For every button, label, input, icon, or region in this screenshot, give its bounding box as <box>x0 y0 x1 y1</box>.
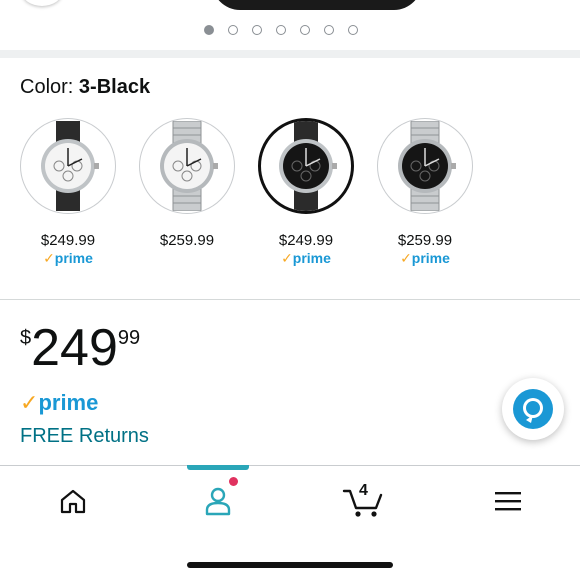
nav-menu[interactable] <box>478 466 538 536</box>
carousel-dot[interactable] <box>300 25 310 35</box>
menu-icon <box>495 492 521 511</box>
carousel-dot[interactable] <box>348 25 358 35</box>
nav-account[interactable] <box>188 466 248 536</box>
home-icon <box>60 489 86 514</box>
swatch-price: $259.99 <box>397 232 453 249</box>
watch-image <box>258 118 354 214</box>
alexa-button[interactable] <box>502 378 564 440</box>
nav-cart[interactable] <box>333 466 393 536</box>
home-indicator[interactable] <box>187 562 393 568</box>
color-swatch-black-leather[interactable]: $249.99 ✓prime <box>258 118 377 267</box>
watch-image <box>20 118 116 214</box>
alexa-icon <box>513 389 553 429</box>
swatch-price: $259.99 <box>159 232 215 249</box>
prime-badge: ✓prime <box>400 250 450 266</box>
carousel-dots <box>204 25 358 35</box>
share-button[interactable] <box>22 0 62 6</box>
price-fraction: 99 <box>117 327 141 349</box>
prime-badge: ✓prime <box>281 250 331 266</box>
prime-logo: ✓prime <box>20 390 99 415</box>
bottom-nav: 4 <box>0 465 580 580</box>
watch-white-steel-icon <box>160 121 218 211</box>
watch-black-leather-icon <box>279 121 337 211</box>
notification-badge <box>229 477 238 486</box>
prime-check-icon: ✓ <box>20 390 39 415</box>
cart-count: 4 <box>359 482 368 499</box>
watch-image <box>139 118 235 214</box>
carousel-dot[interactable] <box>324 25 334 35</box>
color-swatches: $249.99 ✓prime $259.99 $249.99 ✓prime $2… <box>20 118 500 267</box>
product-image-peek <box>212 0 422 10</box>
watch-white-leather-icon <box>41 121 99 211</box>
image-carousel[interactable] <box>0 0 580 50</box>
free-returns-link[interactable]: FREE Returns <box>20 425 149 448</box>
carousel-dot[interactable] <box>204 25 214 35</box>
price-display: $24999 <box>20 322 140 374</box>
price-whole: 249 <box>31 319 118 377</box>
color-swatch-white-leather[interactable]: $249.99 ✓prime <box>20 118 139 267</box>
carousel-dot[interactable] <box>252 25 262 35</box>
swatch-price: $249.99 <box>40 232 96 249</box>
selected-color-name: 3-Black <box>78 76 151 98</box>
section-divider <box>0 50 580 58</box>
prime-badge: ✓prime <box>43 250 93 266</box>
swatch-price: $249.99 <box>278 232 334 249</box>
watch-image <box>377 118 473 214</box>
account-icon <box>205 487 231 516</box>
nav-home[interactable] <box>43 466 103 536</box>
watch-black-steel-icon <box>398 121 456 211</box>
color-swatch-black-steel[interactable]: $259.99 ✓prime <box>377 118 496 267</box>
carousel-dot[interactable] <box>228 25 238 35</box>
color-swatch-white-steel[interactable]: $259.99 <box>139 118 258 267</box>
section-divider <box>0 299 580 300</box>
carousel-dot[interactable] <box>276 25 286 35</box>
price-currency: $ <box>20 327 32 349</box>
color-label: Color: 3-Black <box>20 76 151 98</box>
